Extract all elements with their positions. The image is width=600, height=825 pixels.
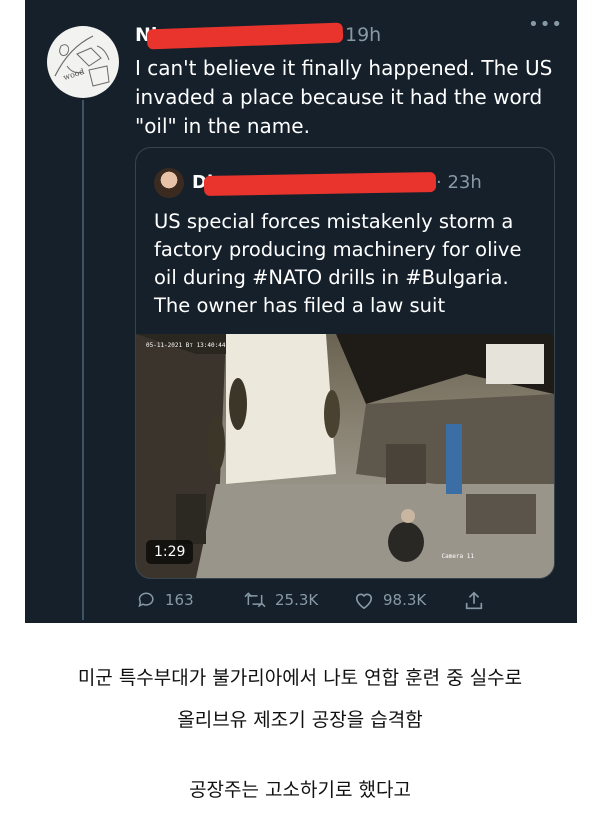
- retweet-icon: [244, 592, 266, 608]
- video-frame: [136, 334, 554, 578]
- share-button[interactable]: [463, 590, 493, 612]
- video-player[interactable]: 05-11-2021 Вт 13:40:44 Camera 11 1:29: [136, 334, 554, 578]
- tweet-text: I can't believe it finally happened. The…: [135, 56, 553, 138]
- author-avatar[interactable]: wood: [47, 26, 119, 98]
- quoted-tweet[interactable]: Di · 23h US special forces mistakenly st…: [135, 147, 555, 579]
- tweet-time[interactable]: 19h: [345, 24, 381, 46]
- quoted-tweet-time[interactable]: · 23h: [436, 172, 482, 193]
- caption-line-3: 공장주는 고소하기로 했다고: [189, 779, 411, 801]
- retweet-count: 25.3K: [275, 591, 319, 609]
- thread-line: [82, 100, 84, 620]
- caption-line-1: 미군 특수부대가 불가리아에서 나토 연합 훈련 중 실수로: [77, 667, 523, 689]
- action-bar: 163 25.3K 98.3K: [135, 588, 555, 616]
- reply-button[interactable]: 163: [137, 590, 194, 610]
- quoted-tweet-text: US special forces mistakenly storm a fac…: [154, 210, 522, 317]
- share-icon: [465, 591, 483, 610]
- caption-line-2: 올리브유 제조기 공장을 습격함: [177, 709, 423, 731]
- quoted-author-avatar[interactable]: [154, 168, 184, 198]
- sketch-drawing: [54, 35, 110, 87]
- like-icon: [355, 593, 373, 610]
- like-button[interactable]: 98.3K: [353, 590, 426, 610]
- tweet-card[interactable]: wood Ni 19h ••• I can't believe it final…: [25, 0, 577, 623]
- reply-count: 163: [165, 591, 194, 609]
- more-icon[interactable]: •••: [528, 14, 563, 35]
- like-count: 98.3K: [383, 591, 427, 609]
- video-timestamp: 05-11-2021 Вт 13:40:44: [146, 342, 226, 349]
- video-duration: 1:29: [146, 540, 194, 564]
- redaction-mark: [203, 171, 437, 197]
- reply-icon: [138, 592, 154, 608]
- camera-label: Camera 11: [441, 553, 474, 560]
- redaction-mark: [146, 22, 344, 50]
- retweet-button[interactable]: 25.3K: [243, 590, 318, 610]
